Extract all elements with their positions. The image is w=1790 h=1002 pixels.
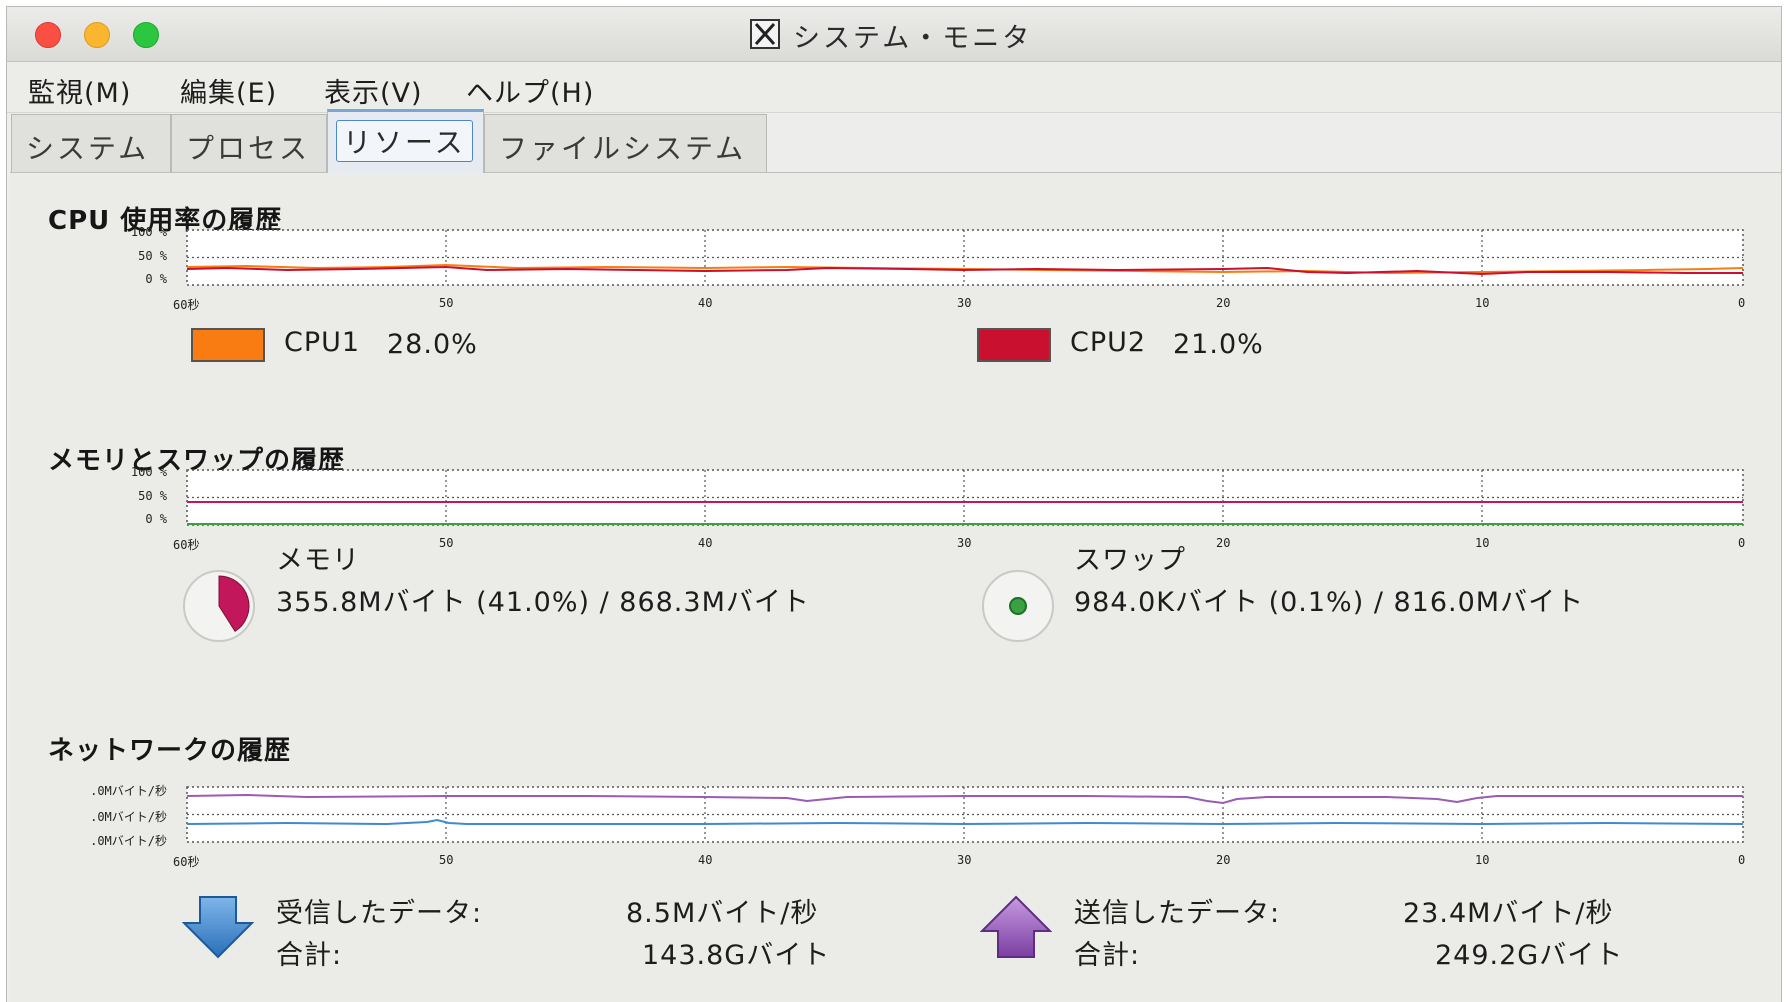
cpu2-color-swatch[interactable]	[977, 328, 1051, 362]
network-x-tick-40: 40	[698, 853, 713, 867]
sent-data-rate: 23.4Mバイト/秒	[1403, 898, 1614, 929]
cpu1-color-swatch[interactable]	[191, 328, 265, 362]
cpu1-value: 28.0%	[387, 329, 478, 360]
cpu-y-tick-0: 0 %	[145, 272, 167, 286]
memory-usage-pie[interactable]	[181, 568, 257, 644]
cpu-x-tick-50: 50	[439, 296, 454, 310]
memory-x-tick-40: 40	[698, 536, 713, 550]
swap-usage-slice	[1009, 597, 1027, 615]
menu-edit[interactable]: 編集(E)	[180, 71, 277, 110]
cpu-x-tick-10: 10	[1475, 296, 1490, 310]
memory-x-tick-10: 10	[1475, 536, 1490, 550]
swap-usage-pie[interactable]	[980, 568, 1056, 644]
network-y-tick-mid: .0Mバイト/秒	[90, 810, 167, 824]
tab-file-systems[interactable]: ファイルシステム	[484, 114, 767, 172]
network-x-tick-30: 30	[957, 853, 972, 867]
memory-value: 355.8Mバイト (41.0%) / 868.3Mバイト	[276, 587, 810, 618]
network-history-graph	[186, 786, 1744, 843]
tab-resources-label: リソース	[336, 120, 473, 162]
window-title: システム・モニタ	[793, 23, 1033, 54]
menu-help[interactable]: ヘルプ(H)	[466, 71, 594, 110]
sent-total-value: 249.2Gバイト	[1435, 940, 1624, 971]
received-data-label: 受信したデータ:	[276, 898, 483, 929]
memory-x-tick-30: 30	[957, 536, 972, 550]
network-history-title: ネットワークの履歴	[48, 736, 292, 766]
received-total-value: 143.8Gバイト	[642, 940, 831, 971]
memory-x-tick-50: 50	[439, 536, 454, 550]
memory-y-tick-100: 100 %	[130, 465, 167, 479]
swap-value: 984.0Kバイト (0.1%) / 816.0Mバイト	[1074, 587, 1585, 618]
x11-app-icon	[750, 19, 780, 49]
cpu-x-tick-0: 0	[1738, 296, 1746, 310]
tab-resources[interactable]: リソース	[327, 109, 484, 173]
received-data-rate: 8.5Mバイト/秒	[626, 898, 819, 929]
swap-label: スワップ	[1074, 545, 1186, 576]
cpu-x-tick-20: 20	[1216, 296, 1231, 310]
memory-y-tick-50: 50 %	[138, 489, 167, 503]
menu-monitor[interactable]: 監視(M)	[28, 71, 131, 110]
network-y-tick-bottom: .0Mバイト/秒	[90, 834, 167, 848]
title-bar[interactable]: システム・モニタ	[7, 7, 1781, 62]
sent-data-label: 送信したデータ:	[1074, 898, 1281, 929]
cpu1-label: CPU1	[284, 327, 361, 358]
memory-history-graph	[186, 469, 1744, 526]
memory-label: メモリ	[276, 545, 360, 576]
cpu-x-tick-40: 40	[698, 296, 713, 310]
sent-total-label: 合計:	[1074, 940, 1141, 971]
system-monitor-window: システム・モニタ 監視(M) 編集(E) 表示(V) ヘルプ(H) システム プ…	[6, 6, 1782, 1002]
sent-upload-arrow-icon[interactable]	[980, 895, 1052, 961]
network-y-tick-top: .0Mバイト/秒	[90, 784, 167, 798]
cpu2-label: CPU2	[1070, 327, 1147, 358]
memory-x-tick-0: 0	[1738, 536, 1746, 550]
cpu-y-tick-100: 100 %	[130, 225, 167, 239]
tab-system[interactable]: システム	[11, 114, 171, 172]
cpu-x-tick-30: 30	[957, 296, 972, 310]
received-total-label: 合計:	[276, 940, 343, 971]
menu-view[interactable]: 表示(V)	[324, 71, 423, 110]
memory-x-tick-60: 60秒	[173, 538, 200, 552]
tab-processes[interactable]: プロセス	[171, 114, 327, 172]
received-download-arrow-icon[interactable]	[182, 895, 254, 961]
memory-y-tick-0: 0 %	[145, 512, 167, 526]
minimize-window-button[interactable]	[84, 22, 110, 48]
cpu2-value: 21.0%	[1173, 329, 1264, 360]
cpu-x-tick-60: 60秒	[173, 298, 200, 312]
network-x-tick-60: 60秒	[173, 855, 200, 869]
cpu-history-graph	[186, 229, 1744, 286]
close-window-button[interactable]	[35, 22, 61, 48]
network-x-tick-20: 20	[1216, 853, 1231, 867]
network-x-tick-10: 10	[1475, 853, 1490, 867]
network-x-tick-50: 50	[439, 853, 454, 867]
cpu-y-tick-50: 50 %	[138, 249, 167, 263]
network-x-tick-0: 0	[1738, 853, 1746, 867]
memory-x-tick-20: 20	[1216, 536, 1231, 550]
menu-bar: 監視(M) 編集(E) 表示(V) ヘルプ(H)	[7, 62, 1781, 113]
maximize-window-button[interactable]	[133, 22, 159, 48]
resources-panel: CPU 使用率の履歴 100 % 50 % 0 % 60秒 50 40 30 2…	[10, 172, 1781, 1002]
